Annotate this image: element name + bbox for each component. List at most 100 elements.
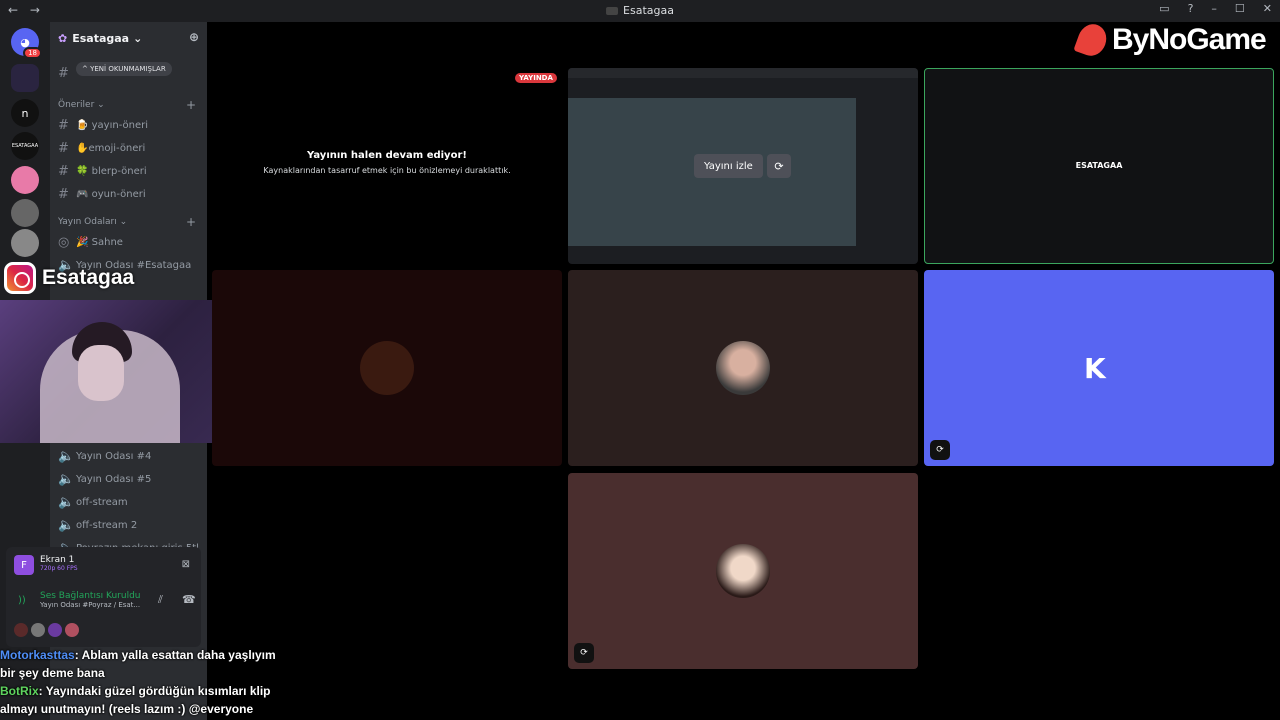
forward-button[interactable]: → [30, 3, 40, 17]
close-button[interactable]: ✕ [1263, 2, 1272, 15]
noise-suppression-icon[interactable]: ⫽ [158, 593, 163, 607]
add-member-icon[interactable]: ⊕ [189, 30, 199, 44]
stream-quality: 720p 60 FPS [40, 565, 78, 572]
instagram-icon [4, 262, 36, 294]
signal-icon: )) [18, 595, 26, 606]
brand-name: ByNoGame [1112, 23, 1267, 56]
add-channel-icon[interactable]: + [186, 98, 196, 112]
channel-blerp-oneri[interactable]: # 🍀 blerp-öneri [58, 164, 198, 179]
guild-boost-icon: ✿ [58, 31, 68, 45]
inbox-icon[interactable]: ▭ [1159, 2, 1169, 15]
hash-icon: # [58, 141, 69, 156]
channel-oyun-oneri[interactable]: # 🎮 oyun-öneri [58, 187, 198, 202]
back-button[interactable]: ← [8, 3, 18, 17]
maximize-button[interactable]: ☐ [1235, 2, 1245, 15]
participant-avatar[interactable] [65, 623, 79, 637]
voice-status: Ses Bağlantısı Kuruldu [40, 591, 141, 601]
participant-tile-red[interactable] [212, 270, 562, 466]
voice-channel-off-stream-2[interactable]: 🔈 off-stream 2 [58, 518, 198, 533]
instagram-handle: Esatagaa [42, 266, 135, 289]
stage-icon: ◎ [58, 235, 70, 250]
nav-buttons: ← → [8, 3, 48, 17]
chat-username: Motorkasttas [0, 648, 75, 662]
anime-server-icon[interactable] [11, 166, 39, 194]
guild-name: Esatagaa [72, 31, 130, 45]
instagram-overlay: Esatagaa [4, 262, 134, 294]
channel-label: 🍀 blerp-öneri [76, 166, 147, 177]
voice-panel: F Ekran 1 720p 60 FPS ⊠ )) Ses Bağlantıs… [6, 547, 201, 647]
speaker-icon: 🔈 [58, 518, 75, 533]
voice-participants [14, 623, 79, 637]
watch-popout-icon[interactable]: ⟳ [767, 154, 791, 178]
unread-pill-label: YENİ OKUNMAMIŞLAR [90, 65, 166, 73]
participant-name: ESATAGAA [1075, 161, 1123, 170]
category-label: Öneriler [58, 100, 95, 110]
chat-message: BotRix: Yayındaki güzel gördüğün kısımla… [0, 682, 290, 718]
unread-pill[interactable]: ^ YENİ OKUNMAMIŞLAR [76, 62, 172, 76]
brand-watermark: ByNoGame [1073, 20, 1278, 60]
streamer-face [78, 345, 124, 401]
participant-tile-esatagaa[interactable]: ESATAGAA [924, 68, 1274, 264]
hash-icon: # [58, 187, 69, 202]
voice-channel-off-stream[interactable]: 🔈 off-stream [58, 495, 198, 510]
server-icon[interactable] [11, 229, 39, 257]
discord-home-icon[interactable]: ◕ 18 [11, 28, 42, 59]
channel-label: ✋emoji-öneri [76, 143, 146, 154]
server-esatagaa-icon[interactable]: ESATAGAA [11, 132, 39, 160]
paused-stream-message: Yayının halen devam ediyor! Kaynaklarınd… [212, 150, 562, 175]
chevron-down-icon: ⌄ [133, 31, 143, 45]
channel-label: Yayın Odası #5 [76, 474, 152, 485]
add-channel-icon[interactable]: + [186, 215, 196, 229]
stream-status: F Ekran 1 720p 60 FPS ⊠ [14, 555, 194, 581]
server-icon[interactable] [11, 199, 39, 227]
participant-tile-man[interactable] [568, 270, 918, 466]
chat-username: BotRix [0, 684, 39, 698]
participant-avatar[interactable] [48, 623, 62, 637]
voice-channel-5[interactable]: 🔈 Yayın Odası #5 [58, 472, 198, 487]
participant-tile-k[interactable]: K ⟳ [924, 270, 1274, 466]
category-label: Yayın Odaları [58, 217, 117, 227]
window-controls: ▭ ? – ☐ ✕ [1159, 2, 1272, 15]
hash-icon: # [58, 164, 69, 179]
paused-subtitle: Kaynaklarından tasarruf etmek için bu ön… [263, 166, 511, 175]
speaker-icon: 🔈 [58, 495, 75, 510]
server-label: n [21, 106, 29, 120]
server-icon[interactable]: n [11, 99, 39, 127]
watch-stream-button[interactable]: Yayını izle [694, 154, 763, 178]
speaker-icon: 🔈 [58, 472, 75, 487]
disconnect-icon[interactable]: ☎ [182, 593, 196, 606]
server-label: ESATAGAA [11, 143, 39, 149]
participant-tile-anime[interactable]: ⟳ [568, 473, 918, 669]
window-title: Esatagaa [606, 4, 674, 17]
paused-title: Yayının halen devam ediyor! [307, 150, 467, 161]
live-badge: YAYINDA [515, 73, 557, 83]
channel-sahne[interactable]: ◎ 🎉 Sahne [58, 235, 198, 250]
server-icon[interactable] [11, 64, 39, 92]
hash-icon: # [58, 118, 69, 133]
stream-icon[interactable]: ⟳ [930, 440, 950, 460]
category-yayin-odalari[interactable]: Yayın Odaları ⌄ + [58, 215, 196, 229]
title-bar: ← → Esatagaa ▭ ? – ☐ ✕ [0, 0, 1280, 22]
stop-stream-icon[interactable]: ⊠ [182, 559, 190, 570]
stream-icon[interactable]: ⟳ [574, 643, 594, 663]
channel-emoji-oneri[interactable]: # ✋emoji-öneri [58, 141, 198, 156]
category-oneriler[interactable]: Öneriler ⌄ + [58, 98, 196, 112]
voice-channel-4[interactable]: 🔈 Yayın Odası #4 [58, 449, 198, 464]
help-icon[interactable]: ? [1188, 2, 1194, 15]
chat-overlay: Motorkasttas: Ablam yalla esattan daha y… [0, 646, 290, 718]
channel-yayin-oneri[interactable]: # 🍺 yayın-öneri [58, 118, 198, 133]
channel-label: off-stream [76, 497, 128, 508]
stream-avatar: F [14, 555, 34, 575]
stream-title: Ekran 1 [40, 555, 75, 565]
voice-connection: )) Ses Bağlantısı Kuruldu Yayın Odası #P… [14, 591, 196, 609]
guild-header[interactable]: ✿ Esatagaa ⌄ ⊕ [50, 22, 207, 54]
voice-channel-name: Yayın Odası #Poyraz / Esat... [40, 601, 141, 609]
channel-label: Yayın Odası #4 [76, 451, 152, 462]
participant-avatar [716, 544, 770, 598]
participant-avatar[interactable] [31, 623, 45, 637]
speaker-icon: 🔈 [58, 449, 75, 464]
server-icon [606, 6, 619, 15]
minimize-button[interactable]: – [1211, 2, 1217, 15]
participant-avatar[interactable] [14, 623, 28, 637]
chat-text: : Yayındaki güzel gördüğün kısımları kli… [0, 684, 271, 716]
